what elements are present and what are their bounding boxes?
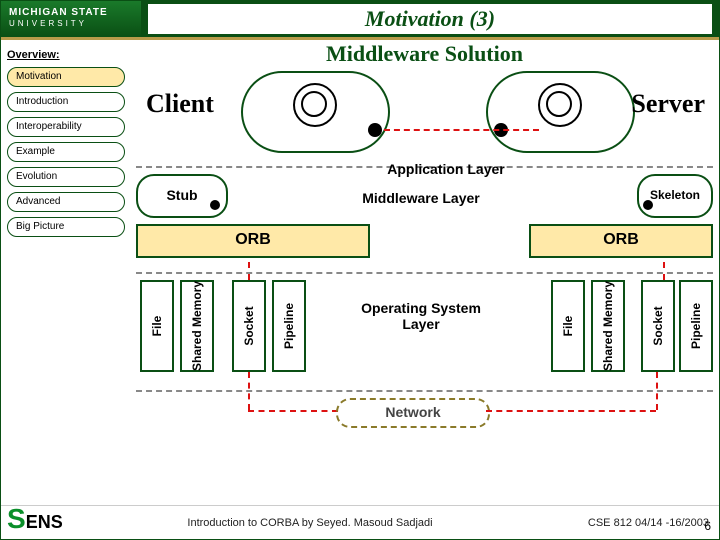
io-sharedmem-left: Shared Memory: [180, 280, 214, 372]
middleware-layer-caption: Middleware Layer: [356, 190, 486, 206]
diagram: Middleware Solution Client Server Applic…: [136, 41, 713, 499]
io-label: Socket: [242, 306, 256, 345]
page-number: 6: [704, 519, 711, 533]
connector: [384, 129, 539, 131]
connector: [663, 262, 665, 280]
io-pipeline-right: Pipeline: [679, 280, 713, 372]
connector: [248, 262, 250, 280]
nav-evolution[interactable]: Evolution: [7, 167, 125, 187]
gold-stripe: [1, 37, 719, 40]
connector: [656, 372, 658, 410]
nav-big-picture[interactable]: Big Picture: [7, 217, 125, 237]
io-label: Pipeline: [282, 303, 296, 349]
layer-divider: [136, 272, 713, 274]
connector: [248, 372, 250, 410]
io-label: Shared Memory: [190, 281, 204, 371]
thread-icon: [301, 91, 327, 117]
io-socket-left: Socket: [232, 280, 266, 372]
connector: [486, 410, 656, 412]
university-name: MICHIGAN STATE: [9, 7, 108, 18]
port-icon: [210, 200, 220, 210]
server-process: [486, 71, 635, 153]
connector: [248, 410, 338, 412]
footer: Introduction to CORBA by Seyed. Masoud S…: [1, 505, 719, 539]
io-label: Socket: [651, 306, 665, 345]
nav-interoperability[interactable]: Interoperability: [7, 117, 125, 137]
topbar: MICHIGAN STATE UNIVERSITY Motivation (3): [1, 1, 719, 37]
os-layer-caption: Operating System Layer: [356, 300, 486, 332]
stub-label: Stub: [166, 187, 197, 203]
skeleton-label: Skeleton: [650, 188, 700, 202]
io-label: File: [150, 316, 164, 337]
diagram-title: Middleware Solution: [136, 41, 713, 67]
client-label: Client: [146, 89, 214, 119]
io-sharedmem-right: Shared Memory: [591, 280, 625, 372]
university-logo: MICHIGAN STATE UNIVERSITY: [1, 1, 141, 37]
footer-course: CSE 812 04/14 -16/2003: [519, 517, 709, 529]
slide-title: Motivation (3): [147, 3, 713, 35]
university-sub: UNIVERSITY: [9, 19, 133, 29]
os-layer-row: File Shared Memory Socket Pipeline Opera…: [136, 280, 713, 390]
client-process: [241, 71, 390, 153]
nav-motivation[interactable]: Motivation: [7, 67, 125, 87]
sidebar: Overview: Motivation Introduction Intero…: [7, 45, 125, 242]
application-layer-row: Client Server Application Layer: [136, 71, 713, 166]
nav-introduction[interactable]: Introduction: [7, 92, 125, 112]
orb-left: ORB: [136, 224, 370, 258]
port-icon: [643, 200, 653, 210]
footer-center: Introduction to CORBA by Seyed. Masoud S…: [101, 517, 519, 529]
io-pipeline-left: Pipeline: [272, 280, 306, 372]
middleware-layer-row: Stub Middleware Layer Skeleton ORB ORB: [136, 172, 713, 272]
network-row: Network: [136, 392, 713, 432]
network-cloud: Network: [336, 398, 490, 428]
io-label: Shared Memory: [601, 281, 615, 371]
io-label: Pipeline: [689, 303, 703, 349]
nav-example[interactable]: Example: [7, 142, 125, 162]
skeleton-box: Skeleton: [637, 174, 713, 218]
io-socket-right: Socket: [641, 280, 675, 372]
sidebar-heading: Overview:: [7, 49, 125, 61]
slide: MICHIGAN STATE UNIVERSITY Motivation (3)…: [0, 0, 720, 540]
io-file-left: File: [140, 280, 174, 372]
port-icon: [368, 123, 382, 137]
orb-right: ORB: [529, 224, 713, 258]
nav-advanced[interactable]: Advanced: [7, 192, 125, 212]
thread-icon: [546, 91, 572, 117]
io-label: File: [561, 316, 575, 337]
server-label: Server: [631, 89, 705, 119]
io-file-right: File: [551, 280, 585, 372]
stub-box: Stub: [136, 174, 228, 218]
